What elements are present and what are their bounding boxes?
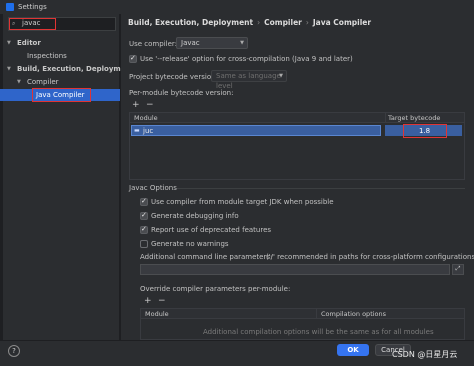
annotation-highlight-version bbox=[403, 124, 447, 138]
check-label: Generate debugging info bbox=[151, 212, 239, 220]
no-warnings-checkbox[interactable] bbox=[140, 240, 148, 248]
project-bytecode-label: Project bytecode version: bbox=[129, 73, 218, 81]
check-label: Use compiler from module target JDK when… bbox=[151, 198, 334, 206]
folder-icon: ▬ bbox=[134, 127, 140, 134]
column-header-module[interactable]: Module bbox=[130, 113, 385, 123]
tree-item-inspections[interactable]: Inspections bbox=[27, 50, 67, 62]
tree-item-build[interactable]: Build, Execution, Deployment bbox=[17, 63, 134, 75]
chevron-down-icon: ▼ bbox=[279, 73, 283, 79]
additional-params-label: Additional command line parameters: bbox=[140, 253, 273, 261]
chevron-right-icon: › bbox=[305, 18, 309, 27]
breadcrumb-item[interactable]: Compiler bbox=[264, 18, 302, 27]
column-header-target[interactable]: Target bytecode version bbox=[385, 113, 464, 132]
project-bytecode-select[interactable]: Same as language level ▼ bbox=[211, 70, 287, 90]
use-target-jdk-checkbox[interactable] bbox=[140, 197, 148, 206]
table-row[interactable] bbox=[131, 125, 381, 136]
chevron-down-icon[interactable]: ▼ bbox=[7, 63, 11, 75]
chevron-right-icon: › bbox=[257, 18, 261, 27]
override-params-label: Override compiler parameters per-module: bbox=[140, 285, 291, 293]
javac-options-title: Javac Options bbox=[129, 184, 177, 192]
section-divider bbox=[177, 188, 465, 189]
release-option-checkbox[interactable] bbox=[129, 54, 137, 63]
use-compiler-select[interactable]: Javac ▼ bbox=[176, 37, 248, 49]
check-label: Generate no warnings bbox=[151, 240, 229, 248]
empty-table-text: Additional compilation options will be t… bbox=[203, 328, 434, 336]
window-title: Settings bbox=[18, 3, 47, 11]
ok-button[interactable]: OK bbox=[337, 344, 369, 356]
app-icon bbox=[6, 3, 14, 11]
chevron-down-icon[interactable]: ▼ bbox=[7, 37, 11, 49]
additional-params-hint: ('/' recommended in paths for cross-plat… bbox=[266, 253, 474, 261]
row-module-name: juc bbox=[143, 127, 154, 135]
remove-icon[interactable]: − bbox=[146, 100, 154, 110]
use-compiler-value: Javac bbox=[181, 39, 200, 47]
deprecated-features-checkbox[interactable] bbox=[140, 225, 148, 234]
column-header-module[interactable]: Module bbox=[141, 309, 316, 319]
breadcrumb-item[interactable]: Build, Execution, Deployment bbox=[128, 18, 253, 27]
release-option-label: Use '--release' option for cross-compila… bbox=[140, 55, 353, 63]
breadcrumb: Build, Execution, Deployment › Compiler › Ja… bbox=[128, 18, 371, 27]
title-bar bbox=[0, 0, 474, 14]
chevron-down-icon: ▼ bbox=[240, 40, 244, 46]
debugging-info-checkbox[interactable] bbox=[140, 211, 148, 220]
use-compiler-label: Use compiler: bbox=[129, 40, 178, 48]
annotation-highlight-search bbox=[9, 18, 56, 30]
help-icon[interactable]: ? bbox=[8, 345, 20, 357]
watermark-text: CSDN @日星月云 bbox=[392, 350, 458, 359]
column-header-options[interactable]: Compilation options bbox=[316, 309, 464, 319]
per-module-label: Per-module bytecode version: bbox=[129, 89, 234, 97]
tree-item-compiler[interactable]: Compiler bbox=[27, 76, 59, 88]
expand-icon[interactable]: ⤢ bbox=[452, 264, 464, 275]
additional-params-input[interactable] bbox=[140, 264, 450, 275]
tree-item-editor[interactable]: Editor bbox=[17, 37, 41, 49]
breadcrumb-item: Java Compiler bbox=[312, 18, 372, 27]
window-edge bbox=[0, 14, 3, 366]
chevron-down-icon[interactable]: ▼ bbox=[17, 76, 21, 88]
remove-icon[interactable]: − bbox=[158, 296, 166, 306]
add-icon[interactable]: + bbox=[144, 296, 152, 306]
add-icon[interactable]: + bbox=[132, 100, 140, 110]
annotation-highlight-java-compiler bbox=[32, 88, 91, 102]
check-label: Report use of deprecated features bbox=[151, 226, 272, 234]
